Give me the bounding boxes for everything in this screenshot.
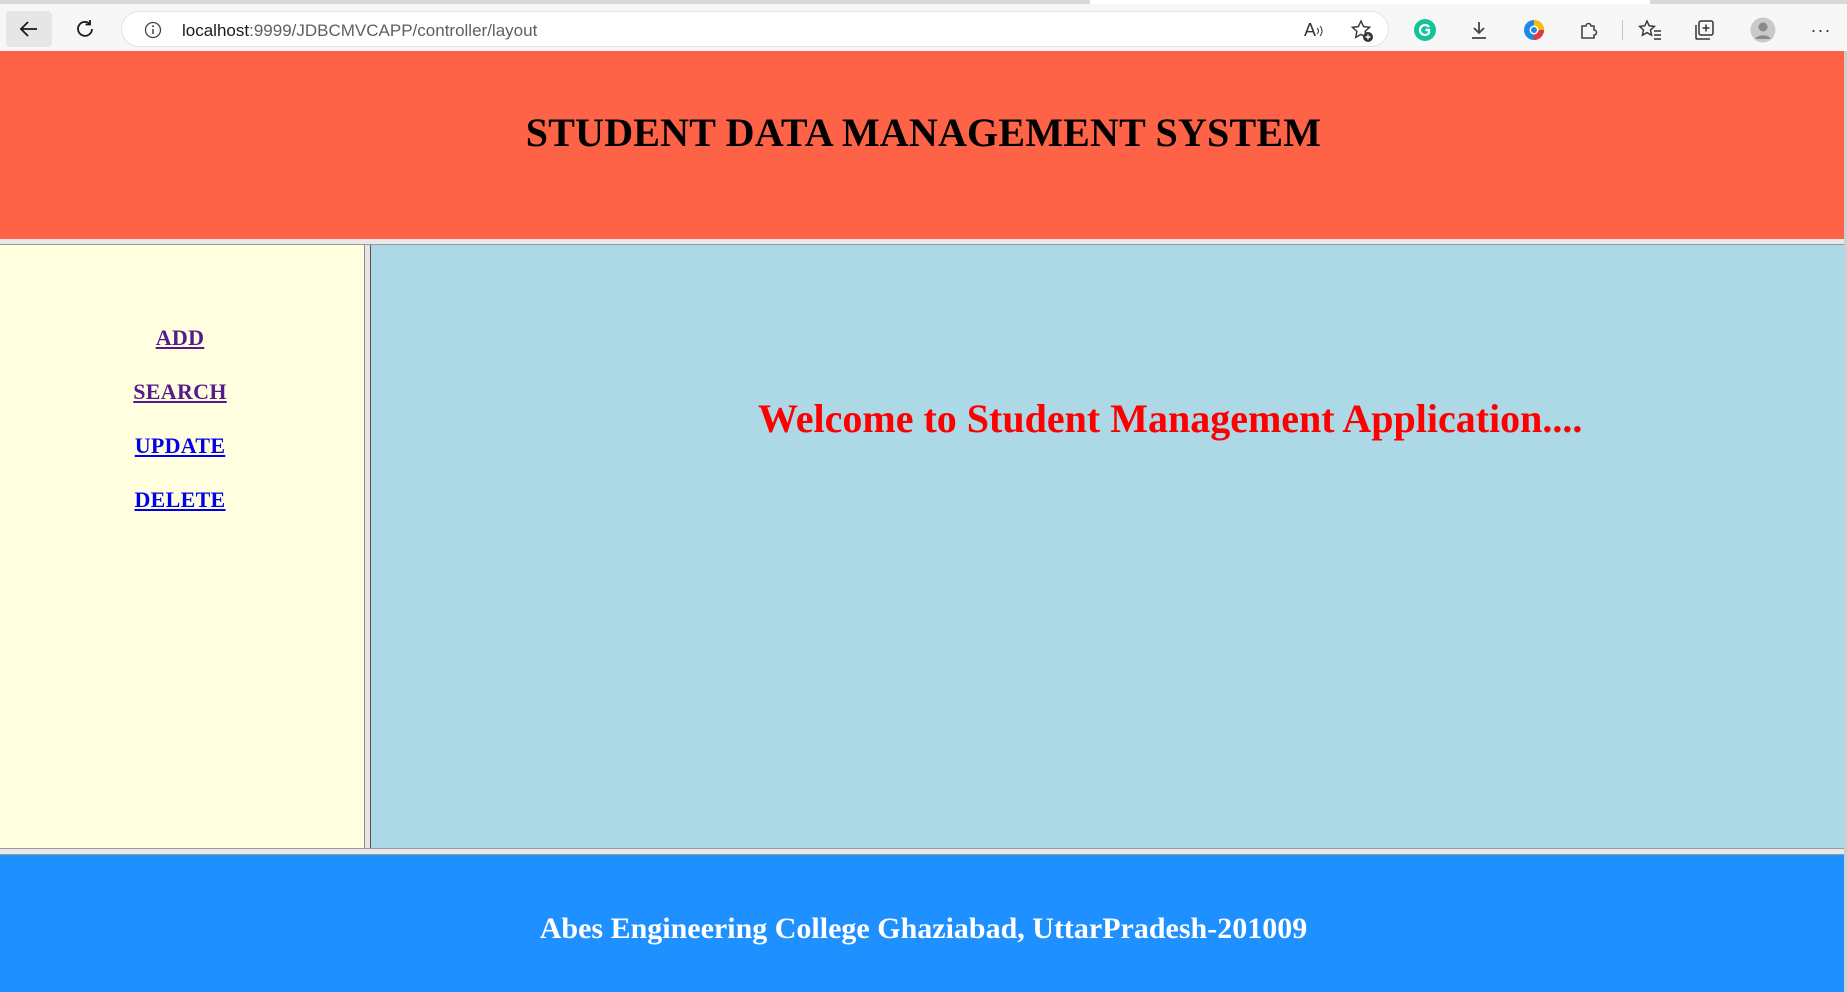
- url-text[interactable]: localhost:9999/JDBCMVCAPP/controller/lay…: [182, 21, 537, 41]
- url-host: localhost: [182, 21, 250, 40]
- read-aloud-label: A: [1304, 20, 1317, 40]
- read-aloud-icon[interactable]: A: [1304, 20, 1324, 41]
- site-info-icon[interactable]: [144, 21, 162, 39]
- favorites-icon[interactable]: [1634, 14, 1666, 46]
- collections-icon[interactable]: [1689, 14, 1721, 46]
- more-menu-icon[interactable]: ···: [1805, 14, 1837, 46]
- page-title: STUDENT DATA MANAGEMENT SYSTEM: [525, 110, 1322, 155]
- tab-strip-edge: [1090, 0, 1650, 4]
- frame-divider-bottom[interactable]: [0, 848, 1847, 855]
- browser-extension-icon[interactable]: [1518, 14, 1550, 46]
- sidebar-item-search[interactable]: SEARCH: [0, 377, 360, 431]
- address-bar[interactable]: localhost:9999/JDBCMVCAPP/controller/lay…: [121, 11, 1389, 47]
- nav-menu: ADD SEARCH UPDATE DELETE: [0, 323, 360, 539]
- reload-icon: [77, 20, 93, 37]
- reload-button[interactable]: [62, 11, 108, 47]
- sidebar-item-update[interactable]: UPDATE: [0, 431, 360, 485]
- main-content-frame: Welcome to Student Management Applicatio…: [371, 245, 1847, 848]
- back-button[interactable]: [6, 11, 52, 47]
- sidebar-item-add[interactable]: ADD: [0, 323, 360, 377]
- download-icon[interactable]: [1463, 14, 1495, 46]
- toolbar-separator: [1622, 20, 1623, 40]
- grammarly-icon[interactable]: [1409, 14, 1441, 46]
- back-arrow-icon: [19, 21, 37, 37]
- page-footer: Abes Engineering College Ghaziabad, Utta…: [0, 855, 1847, 992]
- profile-avatar-icon[interactable]: [1747, 14, 1779, 46]
- frame-divider-vertical[interactable]: [364, 245, 371, 848]
- extensions-puzzle-icon[interactable]: [1573, 14, 1605, 46]
- footer-text: Abes Engineering College Ghaziabad, Utta…: [539, 912, 1308, 945]
- page-header: STUDENT DATA MANAGEMENT SYSTEM: [0, 51, 1847, 239]
- browser-toolbar: localhost:9999/JDBCMVCAPP/controller/lay…: [0, 0, 1847, 51]
- url-path: :9999/JDBCMVCAPP/controller/layout: [249, 21, 538, 40]
- add-favorite-icon[interactable]: [1350, 19, 1374, 43]
- sidebar-item-delete[interactable]: DELETE: [0, 485, 360, 539]
- sidebar-menu: ADD SEARCH UPDATE DELETE: [0, 245, 364, 848]
- welcome-message: Welcome to Student Management Applicatio…: [758, 396, 1583, 441]
